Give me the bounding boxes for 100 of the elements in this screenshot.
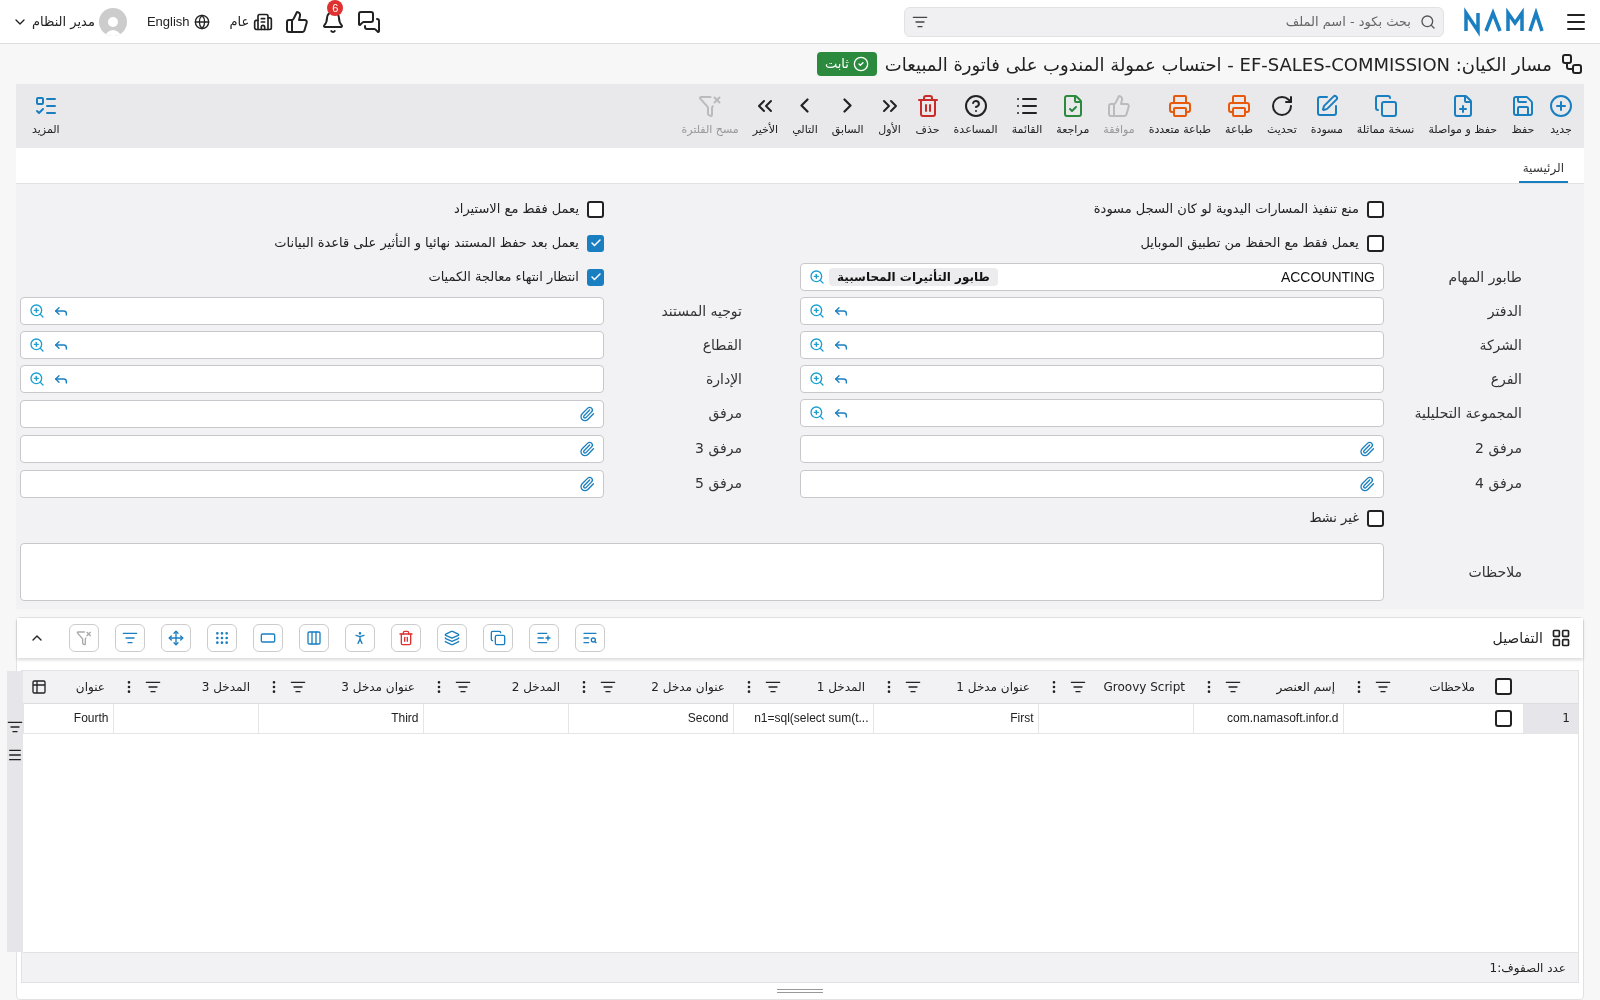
toolbar-button[interactable]: الأخير	[745, 93, 786, 139]
column-header[interactable]: عنوان مدخل 3	[314, 677, 415, 696]
walking-person-icon[interactable]	[345, 624, 375, 652]
column-header[interactable]: عنوان مدخل 1	[929, 677, 1030, 696]
toolbar-button[interactable]: طباعة	[1218, 93, 1260, 139]
table-cell: com.namasoft.infor.d	[1227, 711, 1339, 726]
plus-circle-icon	[1549, 93, 1573, 118]
toolbar-button[interactable]: القائمة	[1004, 93, 1050, 139]
field-label: الدفتر	[1486, 301, 1523, 322]
attachment-field[interactable]	[20, 469, 604, 498]
checkbox[interactable]	[587, 268, 604, 286]
search-plus-icon[interactable]	[29, 371, 45, 387]
search-field[interactable]: بحث بكود - اسم الملف	[904, 6, 1444, 37]
notification-badge: 6	[327, 0, 344, 16]
toolbar-button[interactable]: حفظ	[1504, 93, 1542, 139]
search-plus-icon[interactable]	[809, 371, 825, 387]
search-plus-icon[interactable]	[809, 337, 825, 353]
toolbar-button[interactable]: نسخة مماثلة	[1349, 93, 1422, 139]
chevron-icon	[800, 98, 810, 114]
lookup-field[interactable]	[800, 399, 1384, 427]
checkbox[interactable]	[1367, 509, 1384, 527]
notes-field[interactable]	[20, 543, 1384, 601]
column-header[interactable]: ملاحظات	[1399, 677, 1475, 696]
row-count: عدد الصفوف:1	[1489, 959, 1566, 977]
thumbs-up-icon[interactable]	[285, 9, 310, 34]
toolbar-button[interactable]: جديد	[1542, 93, 1580, 139]
rectangle-icon[interactable]	[253, 624, 283, 652]
lookup-field[interactable]	[800, 331, 1384, 359]
filter-clear-icon	[698, 93, 723, 118]
filter-clear-icon[interactable]	[69, 624, 99, 652]
toolbar-button[interactable]: حفظ و مواصلة	[1421, 93, 1504, 139]
toolbar-button[interactable]: حذف	[908, 93, 947, 139]
field-label: المجموعة التحليلية	[1413, 403, 1523, 424]
toolbar-button[interactable]: السابق	[824, 93, 871, 139]
company-selector[interactable]: عام	[229, 11, 274, 32]
language-selector[interactable]: English	[146, 11, 210, 32]
checkbox[interactable]	[1367, 200, 1384, 218]
paperclip-icon[interactable]	[579, 405, 595, 422]
column-header[interactable]: عنوان	[55, 677, 105, 696]
columns-icon[interactable]	[299, 624, 329, 652]
list-plus-icon[interactable]	[529, 624, 559, 652]
attachment-field[interactable]	[800, 469, 1384, 498]
filter-icon[interactable]	[6, 719, 23, 735]
field-label: مرفق	[707, 404, 743, 424]
printer-icon	[1167, 93, 1192, 118]
lookup-field[interactable]	[20, 297, 604, 325]
column-header[interactable]: Groovy Script	[1094, 677, 1185, 696]
search-list-icon[interactable]	[575, 624, 605, 652]
grip-icon[interactable]	[207, 624, 237, 652]
chat-icon[interactable]	[357, 9, 382, 34]
checkbox[interactable]	[587, 234, 604, 252]
checkbox-label: انتظار انتهاء معالجة الكميات	[428, 268, 579, 287]
toolbar-button[interactable]: التالي	[785, 93, 825, 139]
field-value: ACCOUNTING	[1280, 267, 1375, 287]
table-icon[interactable]	[31, 678, 47, 695]
move-icon[interactable]	[161, 624, 191, 652]
field-label: مرفق 5	[694, 474, 743, 494]
lookup-field[interactable]	[20, 365, 604, 393]
toolbar-button[interactable]: طباعة متعددة	[1141, 93, 1219, 139]
search-plus-icon[interactable]	[29, 337, 45, 353]
copy-icon[interactable]	[483, 624, 513, 652]
attachment-field[interactable]	[800, 434, 1384, 463]
checkbox-label: يعمل بعد حفظ المستند نهائيا و التأثير على قاعدة البيانات	[274, 233, 579, 253]
search-plus-icon[interactable]	[29, 303, 45, 319]
attachment-field[interactable]	[20, 434, 604, 463]
search-plus-icon[interactable]	[809, 269, 825, 285]
paperclip-icon[interactable]	[579, 475, 595, 492]
refresh-icon	[1269, 93, 1294, 118]
lookup-field[interactable]	[20, 331, 604, 359]
menu-icon[interactable]	[6, 747, 23, 763]
paperclip-icon[interactable]	[1359, 475, 1375, 492]
toolbar-button[interactable]: المساعدة	[946, 93, 1005, 139]
toolbar-button[interactable]: مراجعة	[1049, 93, 1097, 139]
paperclip-icon[interactable]	[579, 440, 595, 457]
checkbox-label: غير نشط	[1309, 509, 1359, 528]
user-menu[interactable]: مدير النظام	[12, 7, 127, 36]
column-header[interactable]: المدخل 1	[789, 677, 865, 696]
checkbox[interactable]	[1494, 709, 1512, 727]
resize-handle[interactable]	[777, 989, 823, 993]
search-plus-icon[interactable]	[809, 405, 825, 421]
lookup-field[interactable]	[800, 297, 1384, 325]
column-header[interactable]: عنوان مدخل 2	[624, 677, 725, 696]
toolbar-button[interactable]: مسودة	[1303, 93, 1350, 139]
checkbox[interactable]	[1494, 678, 1512, 696]
checkbox[interactable]	[587, 200, 604, 218]
column-header[interactable]: المدخل 2	[479, 677, 560, 696]
more-button[interactable]: المزيد	[20, 93, 72, 139]
search-icon	[1420, 13, 1436, 30]
layers-icon[interactable]	[437, 624, 467, 652]
search-plus-icon[interactable]	[809, 303, 825, 319]
table-cell: Fourth	[73, 711, 109, 726]
attachment-field[interactable]	[20, 399, 604, 428]
column-header[interactable]: إسم العنصر	[1249, 677, 1335, 696]
toolbar-button[interactable]: تحديث	[1259, 93, 1304, 139]
lookup-field[interactable]	[800, 365, 1384, 393]
column-header[interactable]: المدخل 3	[169, 677, 250, 696]
trash-icon[interactable]	[391, 624, 421, 652]
toolbar-button[interactable]: الأول	[870, 93, 909, 139]
checkbox[interactable]	[1367, 234, 1384, 252]
paperclip-icon[interactable]	[1359, 440, 1375, 457]
